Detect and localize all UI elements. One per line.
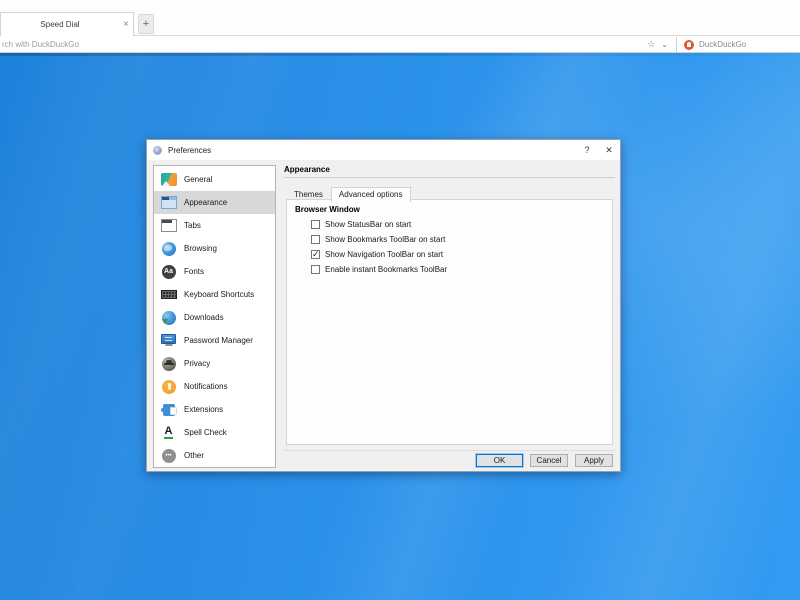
sidebar-item-privacy[interactable]: Privacy — [154, 352, 275, 375]
preferences-main-panel: Appearance Themes Advanced options Brows… — [284, 165, 615, 468]
notification-bell-icon — [160, 379, 177, 395]
search-engine-label: DuckDuckGo — [699, 40, 747, 49]
checkbox-row-show-bookmarks-toolbar[interactable]: Show Bookmarks ToolBar on start — [311, 235, 604, 244]
sidebar-item-label: Extensions — [184, 405, 224, 414]
preferences-dialog: Preferences ? ✕ General Appearance Tabs — [146, 139, 621, 472]
privacy-spy-icon — [160, 356, 177, 372]
sidebar-item-label: Fonts — [184, 267, 205, 276]
sidebar-item-notifications[interactable]: Notifications — [154, 375, 275, 398]
download-icon — [160, 310, 177, 326]
sidebar-item-tabs[interactable]: Tabs — [154, 214, 275, 237]
tab-speed-dial[interactable]: Speed Dial × — [0, 12, 134, 36]
sidebar-item-label: Keyboard Shortcuts — [184, 290, 255, 299]
sidebar-item-downloads[interactable]: Downloads — [154, 306, 275, 329]
sidebar-item-label: Password Manager — [184, 336, 253, 345]
sidebar-item-general[interactable]: General — [154, 168, 275, 191]
sidebar-item-label: Browsing — [184, 244, 217, 253]
sidebar-item-label: Appearance — [184, 198, 228, 207]
globe-icon — [160, 241, 177, 257]
checkbox-label: Enable instant Bookmarks ToolBar — [325, 265, 448, 274]
dialog-title: Preferences — [168, 145, 212, 155]
screen: Speed Dial × + rch with DuckDuckGo ☆ ⌄ D… — [0, 0, 800, 600]
sidebar-item-keyboard-shortcuts[interactable]: Keyboard Shortcuts — [154, 283, 275, 306]
help-button[interactable]: ? — [576, 145, 598, 155]
advanced-options-panel: Browser Window Show StatusBar on start S… — [286, 199, 613, 445]
appearance-window-icon — [160, 195, 177, 211]
dialog-close-icon[interactable]: ✕ — [598, 145, 620, 156]
sidebar-item-password-manager[interactable]: Password Manager — [154, 329, 275, 352]
address-bar[interactable]: rch with DuckDuckGo ☆ ⌄ — [0, 37, 676, 52]
dialog-button-row: OK Cancel Apply — [284, 450, 615, 468]
checkbox-row-enable-instant-bookmarks[interactable]: Enable instant Bookmarks ToolBar — [311, 265, 604, 274]
fonts-icon: Aa — [160, 264, 177, 280]
sidebar-item-label: Tabs — [184, 221, 201, 230]
checkbox-label: Show Bookmarks ToolBar on start — [325, 235, 446, 244]
checkbox[interactable] — [311, 220, 320, 229]
duckduckgo-logo-icon — [684, 39, 694, 50]
sidebar-item-label: Other — [184, 451, 205, 460]
sidebar-item-label: General — [184, 175, 213, 184]
checkbox[interactable] — [311, 249, 320, 260]
checkbox-row-show-navigation-toolbar[interactable]: Show Navigation ToolBar on start — [311, 249, 604, 260]
sidebar-item-label: Privacy — [184, 359, 211, 368]
tabs-window-icon — [160, 218, 177, 234]
tab-advanced-options[interactable]: Advanced options — [330, 187, 411, 202]
tab-title: Speed Dial — [40, 20, 80, 29]
new-tab-button[interactable]: + — [138, 14, 154, 34]
chevron-down-icon[interactable]: ⌄ — [661, 40, 668, 49]
ok-button[interactable]: OK — [476, 454, 523, 467]
preferences-sidebar: General Appearance Tabs Browsing Aa Font… — [153, 165, 276, 468]
group-title-browser-window: Browser Window — [295, 205, 360, 214]
sidebar-item-spell-check[interactable]: A Spell Check — [154, 421, 275, 444]
monitor-icon — [160, 333, 177, 349]
sidebar-item-extensions[interactable]: Extensions — [154, 398, 275, 421]
sidebar-item-other[interactable]: ••• Other — [154, 444, 275, 467]
keyboard-icon — [160, 287, 177, 303]
sidebar-item-browsing[interactable]: Browsing — [154, 237, 275, 260]
page-title: Appearance — [284, 165, 615, 178]
dialog-body: General Appearance Tabs Browsing Aa Font… — [147, 160, 620, 472]
sidebar-item-fonts[interactable]: Aa Fonts — [154, 260, 275, 283]
checkbox[interactable] — [311, 235, 320, 244]
picture-icon — [160, 172, 177, 188]
checkbox-label: Show Navigation ToolBar on start — [325, 250, 444, 259]
bookmark-star-icon[interactable]: ☆ — [647, 39, 655, 50]
checkbox-label: Show StatusBar on start — [325, 220, 412, 229]
checkbox[interactable] — [311, 265, 320, 274]
search-box[interactable]: DuckDuckGo — [676, 37, 800, 52]
puzzle-icon — [160, 402, 177, 418]
preferences-app-icon — [153, 145, 162, 155]
checkbox-row-show-statusbar[interactable]: Show StatusBar on start — [311, 220, 604, 229]
tab-close-icon[interactable]: × — [119, 19, 133, 30]
dialog-title-bar[interactable]: Preferences ? ✕ — [147, 140, 620, 160]
browser-tab-strip: Speed Dial × + — [0, 0, 800, 36]
sidebar-item-appearance[interactable]: Appearance — [154, 191, 275, 214]
apply-button[interactable]: Apply — [575, 454, 613, 467]
address-bar-text: rch with DuckDuckGo — [2, 40, 79, 49]
ellipsis-icon: ••• — [160, 448, 177, 464]
cancel-button[interactable]: Cancel — [530, 454, 568, 467]
sidebar-item-label: Downloads — [184, 313, 224, 322]
browser-toolbar: rch with DuckDuckGo ☆ ⌄ DuckDuckGo — [0, 37, 800, 53]
sidebar-item-label: Notifications — [184, 382, 228, 391]
sidebar-item-label: Spell Check — [184, 428, 227, 437]
spellcheck-icon: A — [163, 425, 174, 439]
